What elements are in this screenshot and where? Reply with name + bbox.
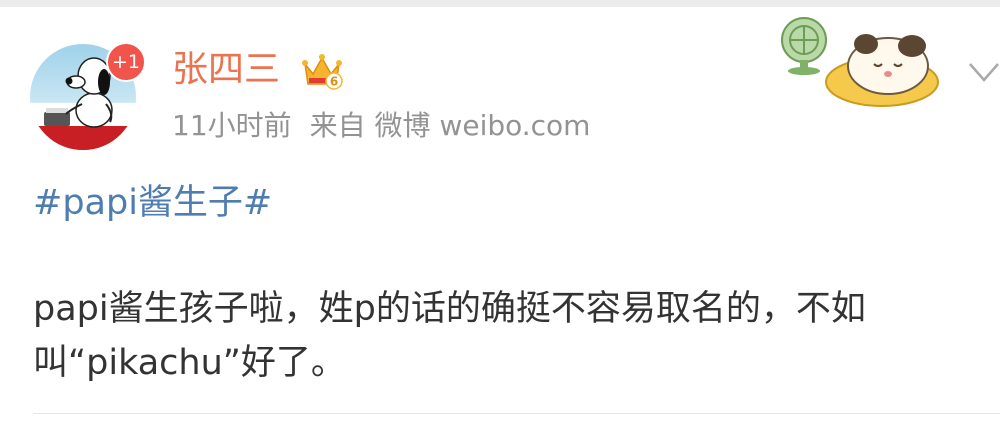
crown-vip-icon[interactable]: 6 xyxy=(301,50,343,90)
post-body-text: papi酱生孩子啦，姓p的话的确挺不容易取名的，不如叫“pikachu”好了。 xyxy=(33,289,866,383)
post-timestamp: 11小时前 xyxy=(172,109,292,142)
new-notification-badge[interactable]: +1 xyxy=(106,42,146,82)
post-meta: 11小时前 来自 微博 weibo.com xyxy=(172,106,608,146)
chevron-down-icon[interactable] xyxy=(968,56,1000,90)
topic-hashtag-link[interactable]: #papi酱生子# xyxy=(33,178,272,228)
post-source[interactable]: 来自 微博 weibo.com xyxy=(310,109,591,142)
username-link[interactable]: 张四三 xyxy=(172,46,280,94)
sleeping-panda-decoration-icon xyxy=(825,34,939,107)
divider xyxy=(33,413,1000,414)
crown-level-label: 6 xyxy=(330,75,338,89)
avatar[interactable]: +1 xyxy=(30,42,146,150)
top-separator-strip xyxy=(0,0,1000,7)
